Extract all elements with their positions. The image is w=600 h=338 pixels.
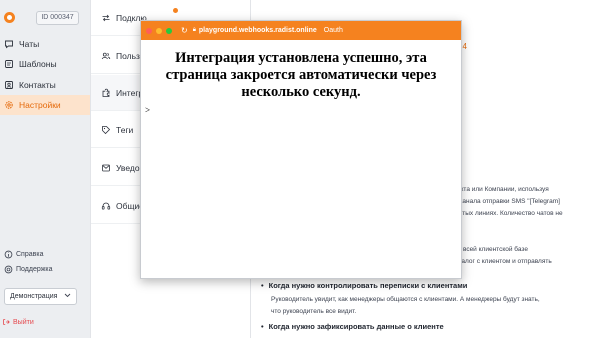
minimize-window-button[interactable] xyxy=(156,27,162,34)
template-icon xyxy=(4,59,14,69)
sidebar-item-templates[interactable]: Шаблоны xyxy=(0,54,90,74)
popup-body: Интеграция установлена успешно, эта стра… xyxy=(141,40,461,115)
settings-item-label: Теги xyxy=(116,124,134,135)
info-icon xyxy=(4,250,13,259)
chevron-down-icon xyxy=(64,293,71,300)
settings-icon xyxy=(4,100,14,110)
support-icon xyxy=(4,265,13,274)
help-link[interactable]: Справка xyxy=(4,250,43,259)
general-icon xyxy=(101,201,111,211)
success-message: Интеграция установлена успешно, эта стра… xyxy=(165,50,437,100)
logout-button[interactable]: Выйти xyxy=(2,318,34,326)
support-label: Поддержка xyxy=(16,266,53,273)
logout-icon xyxy=(2,318,10,326)
oauth-popup-window: ↻ 🔒︎ playground.webhooks.radist.online O… xyxy=(140,20,462,279)
help-label: Справка xyxy=(16,251,44,258)
popup-title-bar: ↻ 🔒︎ playground.webhooks.radist.online O… xyxy=(141,21,461,40)
description-line: такта или Компании, используя xyxy=(454,186,549,193)
sidebar-item-label: Контакты xyxy=(19,80,56,90)
sidebar-item-contacts[interactable]: Контакты xyxy=(0,75,90,95)
popup-tab-title: Oauth xyxy=(323,27,343,34)
workspace-select[interactable]: Демонстрация xyxy=(4,288,77,305)
chat-icon xyxy=(4,39,14,49)
description-line: по всей клиентской базе xyxy=(454,246,528,253)
account-id-badge: ID 000347 xyxy=(36,11,79,25)
use-case-text: Руководитель увидит, как менеджеры общаю… xyxy=(271,296,540,303)
connections-icon xyxy=(101,13,111,23)
sidebar-item-chats[interactable]: Чаты xyxy=(0,34,90,54)
sidebar-item-settings[interactable]: Настройки xyxy=(0,95,90,115)
reload-icon[interactable]: ↻ xyxy=(181,26,188,35)
description-line: диалог с клиентом и отправлять xyxy=(454,258,552,265)
integrations-icon xyxy=(101,88,111,98)
workspace-select-value: Демонстрация xyxy=(10,293,58,300)
use-case-heading: Когда нужно контролировать переписки с к… xyxy=(261,281,468,290)
description-line: е канала отправки SMS "[Telegram] xyxy=(454,198,560,205)
use-case-text: что руководитель все видит. xyxy=(271,308,357,315)
sidebar-item-label: Шаблоны xyxy=(19,59,57,69)
notifications-icon xyxy=(101,163,111,173)
sidebar-item-label: Настройки xyxy=(19,100,61,110)
description-line: рытых линиях. Количество чатов не xyxy=(454,210,563,217)
users-icon xyxy=(101,51,111,61)
maximize-window-button[interactable] xyxy=(166,27,172,34)
prompt-glyph: > xyxy=(145,105,151,115)
app-logo[interactable] xyxy=(4,12,15,23)
lock-icon: 🔒︎ xyxy=(192,27,196,33)
close-window-button[interactable] xyxy=(146,27,152,34)
use-case-heading: Когда нужно зафиксировать данные о клиен… xyxy=(261,322,444,331)
main-sidebar: ID 000347 Чаты Шаблоны Контакты Настройк… xyxy=(0,0,90,338)
sidebar-item-label: Чаты xyxy=(19,39,40,49)
support-link[interactable]: Поддержка xyxy=(4,265,53,274)
logout-label: Выйти xyxy=(13,318,34,326)
popup-url: playground.webhooks.radist.online xyxy=(198,27,317,34)
contacts-icon xyxy=(4,80,14,90)
tag-icon xyxy=(101,125,111,135)
